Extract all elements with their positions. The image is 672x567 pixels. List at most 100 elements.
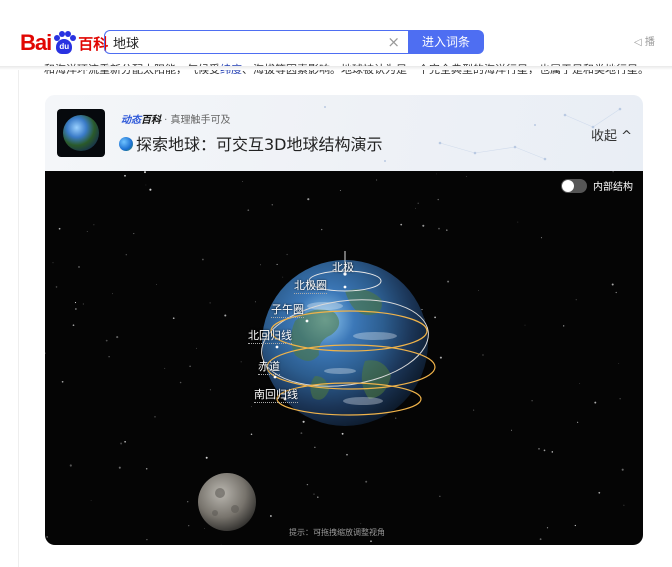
star — [112, 293, 113, 295]
star — [282, 276, 284, 278]
label-arctic-circle[interactable]: 北极圈 — [294, 277, 327, 294]
search-box: × — [104, 30, 408, 54]
star — [376, 179, 378, 181]
enter-entry-button[interactable]: 进入词条 — [408, 30, 484, 54]
star — [202, 258, 204, 261]
star — [594, 401, 597, 404]
star — [321, 228, 323, 231]
star — [93, 224, 95, 226]
star — [58, 227, 61, 230]
star — [339, 189, 341, 192]
globe-icon — [119, 137, 133, 151]
star — [517, 221, 519, 223]
star — [439, 356, 442, 359]
earth-3d-viewer[interactable]: 内部结构 北极 北极圈 子午圈 北回归线 赤道 南回归线 提示：可拖拽缩放调整视… — [45, 171, 643, 545]
collapse-button[interactable]: 收起 ^ — [591, 125, 632, 144]
star — [205, 456, 208, 459]
star — [74, 302, 77, 304]
star — [551, 451, 554, 453]
top-bar: Bai du 百科 × 进入词条 ◁ 播 — [0, 0, 672, 66]
star — [434, 316, 436, 319]
star — [271, 204, 274, 206]
star — [75, 308, 77, 310]
star — [133, 233, 135, 235]
star — [417, 202, 419, 204]
star — [204, 528, 205, 530]
label-north-pole[interactable]: 北极 — [332, 259, 354, 275]
star — [55, 286, 58, 288]
search-input[interactable] — [113, 33, 373, 51]
earth-scene[interactable] — [45, 171, 643, 545]
star — [78, 266, 80, 268]
toggle-knob — [562, 179, 574, 192]
star — [574, 524, 576, 527]
star — [187, 501, 189, 503]
paw-icon: du — [52, 31, 77, 55]
badge-baike: 百科 — [141, 115, 161, 126]
star — [144, 171, 146, 174]
star — [156, 284, 157, 286]
card-header: 动态百科 · 真理触手可及 探索地球：可交互3D地球结构演示 收起 ^ — [45, 95, 643, 171]
label-tropic-of-capricorn[interactable]: 南回归线 — [254, 386, 298, 403]
label-prime-meridian[interactable]: 子午圈 — [271, 301, 304, 318]
badge-slogan: 真理触手可及 — [170, 115, 231, 126]
earth-thumbnail — [57, 109, 105, 157]
star — [435, 173, 437, 175]
toggle-switch[interactable] — [561, 178, 587, 193]
star — [446, 229, 448, 231]
star — [61, 380, 64, 383]
logo-du: du — [59, 42, 70, 51]
star — [90, 500, 92, 501]
star — [579, 383, 581, 384]
star — [118, 466, 121, 469]
star — [145, 467, 148, 470]
star — [179, 381, 182, 384]
dynamic-baike-card: 动态百科 · 真理触手可及 探索地球：可交互3D地球结构演示 收起 ^ 内部结构… — [45, 95, 643, 545]
star — [317, 496, 319, 498]
star — [105, 339, 108, 342]
header-shadow — [0, 66, 672, 70]
star — [124, 174, 126, 177]
star — [149, 188, 152, 191]
star — [276, 263, 278, 265]
star — [146, 538, 148, 541]
star — [437, 198, 439, 201]
star — [209, 302, 211, 304]
badge-row: 动态百科 · 真理触手可及 — [121, 111, 231, 126]
internal-structure-toggle[interactable]: 内部结构 — [561, 178, 633, 193]
star — [52, 262, 54, 264]
moon[interactable] — [198, 473, 256, 531]
star — [422, 224, 425, 227]
star — [421, 309, 423, 311]
star — [45, 352, 46, 354]
label-tropic-of-cancer[interactable]: 北回归线 — [248, 327, 292, 344]
star — [307, 198, 310, 201]
star — [86, 231, 88, 232]
star — [539, 538, 542, 541]
star — [615, 291, 617, 294]
star — [270, 515, 272, 517]
star — [224, 314, 227, 317]
star — [247, 209, 250, 212]
star — [302, 420, 305, 423]
star — [575, 299, 577, 301]
star — [189, 365, 191, 367]
star — [621, 468, 624, 471]
drag-zoom-hint: 提示：可拖拽缩放调整视角 — [289, 528, 385, 537]
baidu-baike-logo[interactable]: Bai du 百科 — [20, 30, 108, 56]
star — [220, 544, 222, 545]
label-equator[interactable]: 赤道 — [258, 358, 280, 375]
speaker-icon[interactable]: ◁ 播 — [634, 33, 655, 48]
star — [188, 525, 190, 527]
star — [286, 253, 288, 256]
star — [482, 354, 484, 356]
star — [196, 347, 197, 349]
clear-icon[interactable]: × — [387, 33, 400, 51]
star — [145, 184, 147, 186]
star — [360, 523, 362, 525]
star — [370, 540, 372, 543]
star — [415, 207, 416, 209]
star — [619, 398, 621, 400]
star — [543, 449, 546, 452]
star — [300, 432, 303, 435]
